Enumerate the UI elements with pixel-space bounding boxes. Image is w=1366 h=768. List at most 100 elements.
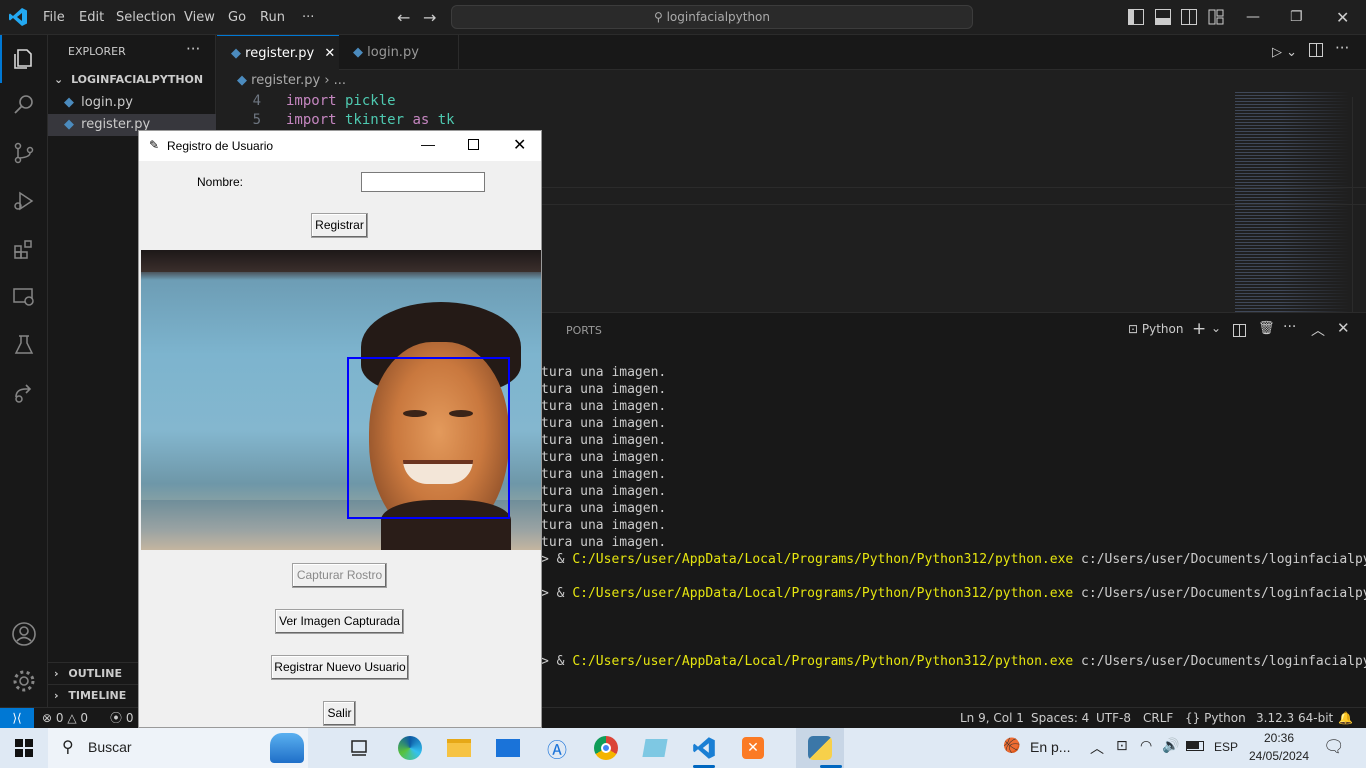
restore-window-icon[interactable]: ❐ — [1290, 0, 1303, 35]
edge-icon[interactable] — [394, 732, 426, 764]
notifications-bell-icon[interactable]: 🔔 — [1338, 708, 1353, 728]
customize-layout-icon[interactable] — [1208, 9, 1224, 25]
volume-icon[interactable]: 🔊 — [1162, 738, 1179, 754]
remote-icon[interactable]: ⟩⟨ — [0, 708, 34, 729]
tab-ports[interactable]: PORTS — [566, 324, 602, 337]
prompt-prefix: > & — [541, 586, 573, 601]
clock-date[interactable]: 24/05/2024 — [1248, 749, 1310, 763]
salir-button[interactable]: Salir — [323, 701, 356, 726]
encoding[interactable]: UTF-8 — [1096, 708, 1131, 728]
notes-app-icon[interactable] — [639, 732, 671, 764]
close-tab-icon[interactable]: ✕ — [324, 46, 335, 61]
vscode-logo-icon[interactable] — [8, 7, 28, 27]
xampp-icon[interactable]: ✕ — [737, 732, 769, 764]
file-item-login[interactable]: ◆ login.py — [48, 92, 216, 114]
clock-time[interactable]: 20:36 — [1248, 731, 1310, 745]
split-editor-icon[interactable] — [1309, 43, 1323, 57]
meet-now-icon[interactable]: ⊡ — [1116, 738, 1128, 754]
minimize-icon[interactable]: — — [421, 136, 435, 152]
registrar-button[interactable]: Registrar — [311, 213, 368, 238]
maximize-icon[interactable] — [468, 139, 479, 150]
accounts-icon[interactable] — [0, 610, 48, 658]
chevron-down-icon[interactable]: ⌄ — [1211, 321, 1221, 335]
toggle-panel-icon[interactable] — [1155, 9, 1171, 25]
run-file-icon[interactable]: ▷ ⌄ — [1272, 45, 1297, 60]
python-tk-taskbar-item[interactable] — [796, 728, 844, 768]
menu-selection[interactable]: Selection — [116, 0, 176, 35]
terminal-line: tura una imagen. — [541, 484, 667, 499]
explorer-icon[interactable] — [0, 35, 48, 83]
vscode-taskbar-icon[interactable] — [688, 732, 720, 764]
live-share-icon[interactable] — [0, 369, 48, 417]
command-center-search[interactable]: ⚲ loginfacialpython — [451, 5, 973, 29]
file-explorer-icon[interactable] — [443, 732, 475, 764]
breadcrumb-file[interactable]: register.py — [251, 73, 320, 88]
close-icon[interactable]: ✕ — [513, 135, 526, 155]
menu-run[interactable]: Run — [260, 0, 285, 35]
registrar-nuevo-button[interactable]: Registrar Nuevo Usuario — [271, 655, 409, 680]
terminal-line: tura una imagen. — [541, 399, 667, 414]
manage-gear-icon[interactable] — [0, 657, 48, 705]
more-actions-icon[interactable]: ··· — [1335, 39, 1349, 57]
testing-icon[interactable] — [0, 321, 48, 369]
menu-edit[interactable]: Edit — [79, 0, 104, 35]
news-icon: 🏀 — [1003, 738, 1021, 754]
menu-go[interactable]: Go — [228, 0, 246, 35]
problems-indicator[interactable]: ⊗ 0 △ 0 — [42, 708, 88, 728]
folder-name: LOGINFACIALPYTHON — [71, 73, 204, 86]
folder-root[interactable]: ⌄ LOGINFACIALPYTHON — [48, 69, 216, 91]
language-mode[interactable]: {} Python — [1185, 708, 1246, 728]
search-icon[interactable] — [0, 81, 48, 129]
capturar-rostro-button[interactable]: Capturar Rostro — [292, 563, 387, 588]
terminal-shell-selector[interactable]: ⊡ Python — [1128, 322, 1183, 336]
task-view-icon[interactable] — [344, 732, 376, 764]
forward-arrow-icon[interactable]: → — [423, 0, 436, 35]
tab-register[interactable]: ◆ register.py ✕ — [217, 35, 339, 70]
close-panel-icon[interactable]: ✕ — [1337, 319, 1350, 337]
source-control-icon[interactable] — [0, 129, 48, 177]
minimize-window-icon[interactable]: — — [1246, 0, 1260, 35]
script-path: c:/Users/user/Documents/loginfacialpytho… — [1081, 654, 1366, 669]
show-hidden-icons-chevron-icon[interactable]: ︿ — [1090, 738, 1104, 758]
store-icon[interactable]: Ⓐ — [541, 732, 573, 764]
wifi-icon[interactable]: ◠ — [1140, 738, 1152, 754]
nombre-input[interactable] — [361, 172, 485, 192]
run-debug-icon[interactable] — [0, 177, 48, 225]
cursor-position[interactable]: Ln 9, Col 1 — [960, 708, 1024, 728]
trash-icon[interactable]: 🗑 — [1258, 321, 1275, 336]
tab-login[interactable]: ◆ login.py — [339, 35, 459, 70]
close-window-icon[interactable]: ✕ — [1336, 0, 1349, 35]
maximize-panel-icon[interactable]: ︿ — [1311, 320, 1325, 340]
chrome-icon[interactable] — [590, 732, 622, 764]
minimap[interactable] — [1235, 92, 1350, 312]
ports-indicator[interactable]: ⦿ 0 — [110, 708, 133, 728]
breadcrumb-more[interactable]: ... — [334, 73, 346, 88]
line-ending[interactable]: CRLF — [1143, 708, 1173, 728]
scrollbar[interactable] — [1352, 97, 1366, 312]
extensions-icon[interactable] — [0, 225, 48, 273]
weather-widget[interactable]: En p... — [1030, 739, 1070, 755]
menu-file[interactable]: File — [43, 0, 65, 35]
menu-view[interactable]: View — [184, 0, 215, 35]
battery-icon[interactable] — [1186, 741, 1204, 751]
terminal-line: tura una imagen. — [541, 450, 667, 465]
more-actions-icon[interactable]: ··· — [1283, 319, 1296, 335]
python-exe-path: C:/Users/user/AppData/Local/Programs/Pyt… — [572, 654, 1074, 669]
input-language[interactable]: ESP — [1214, 740, 1238, 754]
toggle-secondary-sidebar-icon[interactable] — [1181, 9, 1197, 25]
indentation[interactable]: Spaces: 4 — [1031, 708, 1089, 728]
back-arrow-icon[interactable]: ← — [397, 0, 410, 35]
split-terminal-icon[interactable] — [1233, 324, 1246, 337]
notification-center-icon[interactable]: 🗨 — [1323, 737, 1345, 757]
mail-icon[interactable] — [492, 732, 524, 764]
remote-explorer-icon[interactable] — [0, 273, 48, 321]
toggle-sidebar-icon[interactable] — [1128, 9, 1144, 25]
taskbar-search-box[interactable]: ⚲ Buscar — [48, 728, 308, 768]
windows-start-icon[interactable] — [8, 732, 40, 764]
menu-more[interactable]: ··· — [302, 0, 314, 35]
tab-label: login.py — [367, 45, 419, 60]
more-actions-icon[interactable]: ··· — [186, 40, 200, 58]
ver-imagen-button[interactable]: Ver Imagen Capturada — [275, 609, 404, 634]
python-interpreter[interactable]: 3.12.3 64-bit — [1256, 708, 1333, 728]
new-terminal-icon[interactable]: + — [1192, 319, 1206, 339]
